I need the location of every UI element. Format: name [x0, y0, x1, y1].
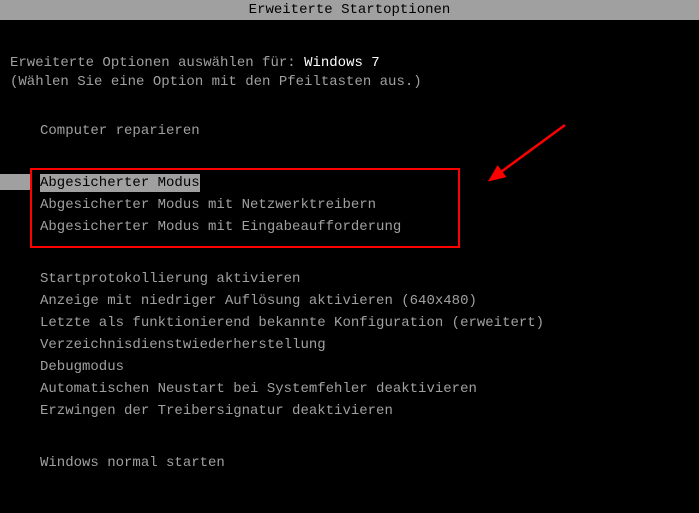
option-label: Verzeichnisdienstwiederherstellung: [40, 337, 326, 353]
intro-prompt: Erweiterte Optionen auswählen für: Windo…: [10, 55, 699, 71]
boot-option[interactable]: Debugmodus: [8, 356, 699, 378]
intro-section: Erweiterte Optionen auswählen für: Windo…: [0, 20, 699, 90]
os-name: Windows 7: [304, 55, 380, 71]
option-label: Computer reparieren: [40, 123, 200, 139]
selection-indicator: [0, 174, 32, 190]
title-bar: Erweiterte Startoptionen: [0, 0, 699, 20]
boot-option[interactable]: Automatischen Neustart bei Systemfehler …: [8, 378, 699, 400]
boot-option[interactable]: Abgesicherter Modus mit Eingabeaufforder…: [8, 216, 699, 238]
option-label: Abgesicherter Modus mit Eingabeaufforder…: [40, 219, 401, 235]
boot-option[interactable]: Abgesicherter Modus mit Netzwerktreibern: [8, 194, 699, 216]
content-area: Erweiterte Optionen auswählen für: Windo…: [0, 20, 699, 474]
option-label: Debugmodus: [40, 359, 124, 375]
boot-option[interactable]: Abgesicherter Modus: [8, 172, 699, 194]
prompt-prefix: Erweiterte Optionen auswählen für:: [10, 55, 304, 71]
option-group: Startprotokollierung aktivieren Anzeige m…: [8, 268, 699, 422]
boot-option[interactable]: Startprotokollierung aktivieren: [8, 268, 699, 290]
boot-option[interactable]: Anzeige mit niedriger Auflösung aktivier…: [8, 290, 699, 312]
boot-option[interactable]: Letzte als funktionierend bekannte Konfi…: [8, 312, 699, 334]
boot-option[interactable]: Erzwingen der Treibersignatur deaktivier…: [8, 400, 699, 422]
intro-instruction: (Wählen Sie eine Option mit den Pfeiltas…: [10, 74, 699, 90]
option-label: Abgesicherter Modus: [40, 174, 200, 192]
boot-option[interactable]: Verzeichnisdienstwiederherstellung: [8, 334, 699, 356]
option-label: Anzeige mit niedriger Auflösung aktivier…: [40, 293, 477, 309]
option-group: Abgesicherter Modus Abgesicherter Modus m…: [8, 172, 699, 238]
options-list: Computer reparierenAbgesicherter ModusAb…: [0, 120, 699, 474]
title-text: Erweiterte Startoptionen: [249, 2, 451, 18]
option-label: Startprotokollierung aktivieren: [40, 271, 300, 287]
boot-option[interactable]: Computer reparieren: [8, 120, 699, 142]
boot-option[interactable]: Windows normal starten: [8, 452, 699, 474]
option-group: Computer reparieren: [8, 120, 699, 142]
option-label: Letzte als funktionierend bekannte Konfi…: [40, 315, 544, 331]
option-group: Windows normal starten: [8, 452, 699, 474]
option-label: Windows normal starten: [40, 455, 225, 471]
option-label: Erzwingen der Treibersignatur deaktivier…: [40, 403, 393, 419]
option-label: Automatischen Neustart bei Systemfehler …: [40, 381, 477, 397]
option-label: Abgesicherter Modus mit Netzwerktreibern: [40, 197, 376, 213]
